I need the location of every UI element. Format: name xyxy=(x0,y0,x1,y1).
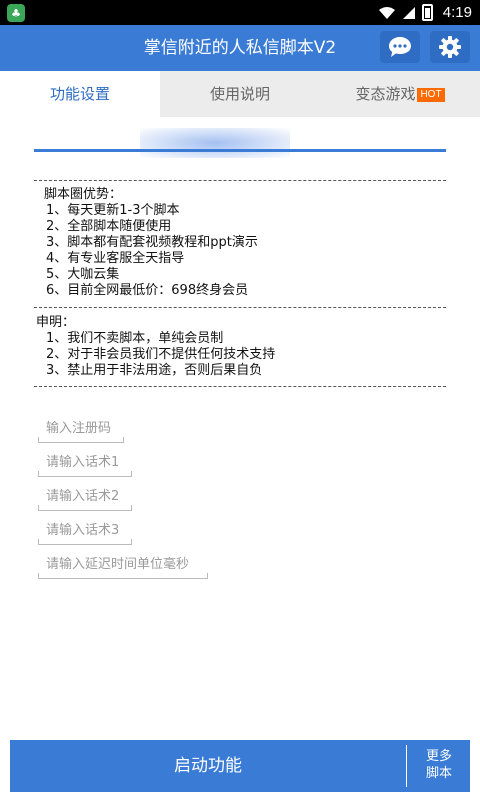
signal-icon xyxy=(402,6,415,19)
script-text-3-input[interactable]: 请输入话术3 xyxy=(38,521,132,545)
delay-ms-input[interactable]: 请输入延迟时间单位毫秒 xyxy=(38,555,208,579)
advantage-item: 5、大咖云集 xyxy=(46,267,120,282)
registration-code-input[interactable]: 输入注册码 xyxy=(38,419,124,443)
status-icons: 4:19 xyxy=(378,0,472,25)
status-bar: ♣ 4:19 xyxy=(0,0,480,25)
divider xyxy=(34,307,446,308)
advantage-item: 1、每天更新1-3个脚本 xyxy=(46,203,180,218)
advantages-heading: 脚本圈优势： xyxy=(44,187,123,202)
advantage-item: 3、脚本都有配套视频教程和ppt演示 xyxy=(46,235,258,250)
bottom-action-bar: 启动功能 更多 脚本 xyxy=(10,740,470,792)
app-notification-icon: ♣ xyxy=(7,4,25,22)
start-button[interactable]: 启动功能 xyxy=(10,740,406,792)
statement-item: 2、对于非会员我们不提供任何技术支持 xyxy=(46,347,276,362)
divider xyxy=(34,386,446,387)
settings-button[interactable] xyxy=(430,31,470,63)
gear-icon xyxy=(439,36,461,58)
advantage-item: 6、目前全网最低价：698终身会员 xyxy=(46,283,249,298)
wifi-icon xyxy=(378,6,395,19)
tab-label: 变态游戏 xyxy=(355,85,416,103)
chat-bubble-icon xyxy=(389,37,411,57)
divider xyxy=(34,180,446,181)
status-time: 4:19 xyxy=(442,4,472,21)
advantage-item: 2、全部脚本随便使用 xyxy=(46,219,172,234)
script-text-1-input[interactable]: 请输入话术1 xyxy=(38,453,132,477)
blurred-banner xyxy=(140,128,290,158)
tab-instructions[interactable]: 使用说明 xyxy=(160,71,320,117)
statement-item: 3、禁止用于非法用途，否则后果自负 xyxy=(46,363,263,378)
more-label: 脚本 xyxy=(425,766,452,781)
banner-underline xyxy=(34,149,446,152)
more-label: 更多 xyxy=(425,749,452,764)
statement-item: 1、我们不卖脚本，单纯会员制 xyxy=(46,331,224,346)
tab-bar: 功能设置 使用说明 变态游戏 HOT xyxy=(0,71,480,117)
tab-games[interactable]: 变态游戏 HOT xyxy=(320,71,480,117)
battery-icon xyxy=(421,4,433,21)
divider xyxy=(406,745,407,787)
app-header: 掌信附近的人私信脚本V2 xyxy=(0,25,480,71)
chat-button[interactable] xyxy=(380,31,420,63)
more-scripts-button[interactable]: 更多 脚本 xyxy=(408,740,470,792)
tab-label: 功能设置 xyxy=(49,85,110,103)
tab-label: 使用说明 xyxy=(209,85,270,103)
tab-function-settings[interactable]: 功能设置 xyxy=(0,71,160,117)
statement-heading: 申明： xyxy=(36,315,76,330)
advantage-item: 4、有专业客服全天指导 xyxy=(46,251,185,266)
script-text-2-input[interactable]: 请输入话术2 xyxy=(38,487,132,511)
hot-badge: HOT xyxy=(417,88,445,102)
